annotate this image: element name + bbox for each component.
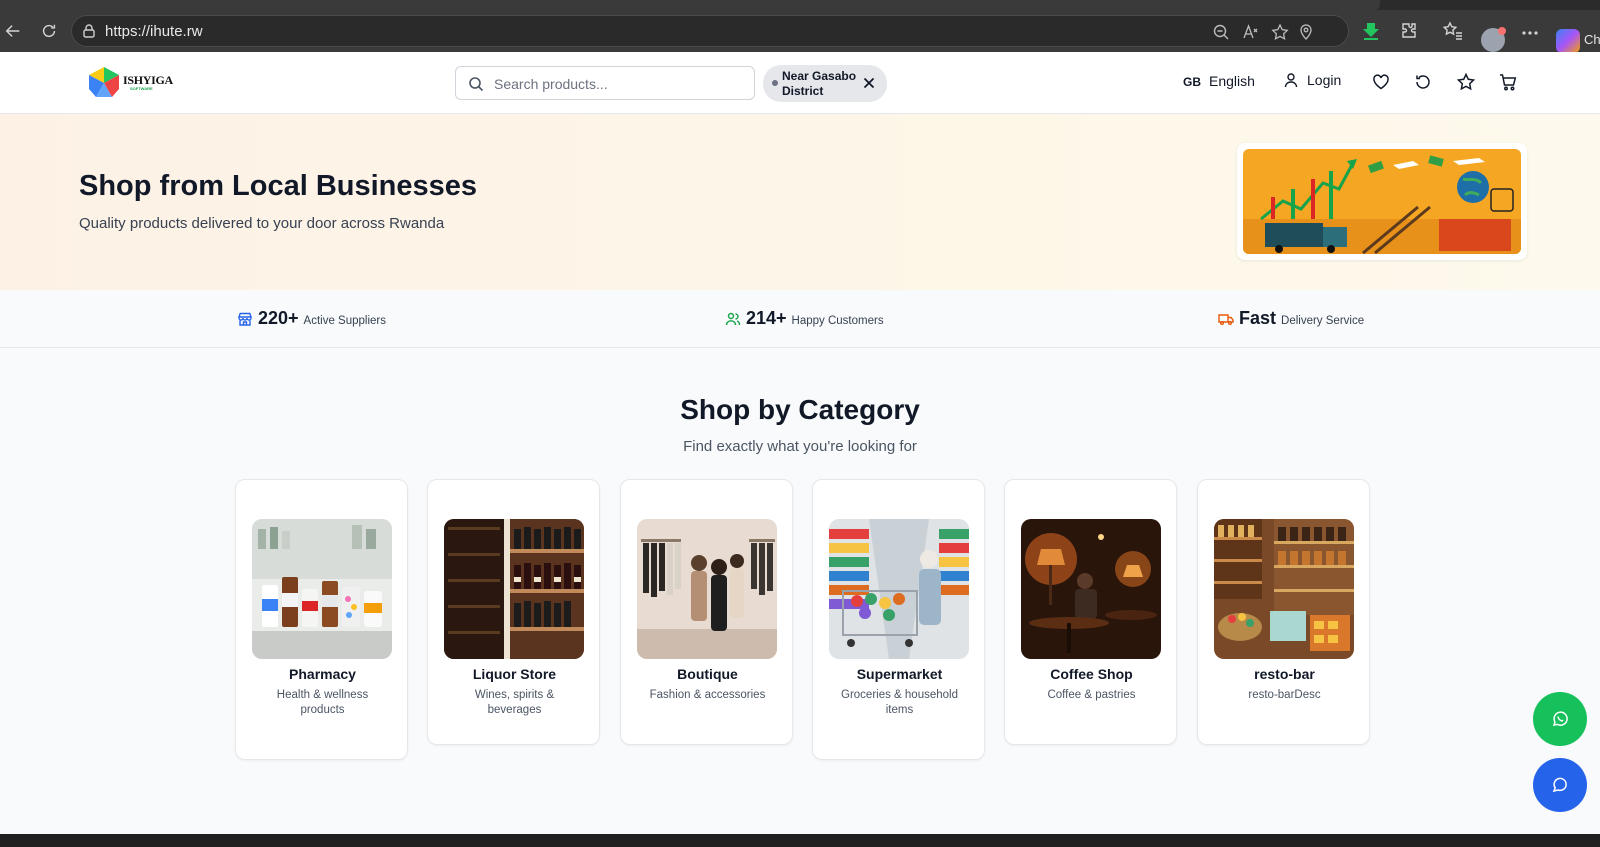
category-section-subtitle: Find exactly what you're looking for (683, 438, 917, 455)
address-bar[interactable]: https://ihute.rw (71, 15, 1349, 47)
search-box[interactable]: Search products... (455, 66, 755, 100)
location-line-1: Near Gasabo (782, 69, 857, 83)
stat-delivery: Fast Delivery Service (1218, 308, 1364, 329)
close-icon[interactable] (861, 75, 877, 91)
category-name: Liquor Store (472, 666, 557, 682)
stat-customers: 214+ Happy Customers (725, 308, 884, 329)
search-icon (469, 77, 484, 92)
location-pill[interactable]: Near Gasabo District (763, 65, 887, 102)
extensions-puzzle-icon[interactable] (1398, 20, 1420, 42)
location-label: Near Gasabo District (782, 69, 856, 99)
browser-tab-strip (0, 0, 1600, 10)
language-label: English (1209, 73, 1255, 89)
category-image-liquor-store (444, 519, 584, 659)
category-desc: resto-barDesc (1248, 689, 1321, 701)
hero-subtitle: Quality products delivered to your door … (79, 215, 445, 232)
hero-title: Shop from Local Businesses (79, 170, 478, 202)
copilot-icon[interactable] (1556, 29, 1580, 53)
location-dot-icon (772, 80, 778, 86)
category-card-boutique[interactable]: Boutique Fashion & accessories (620, 479, 793, 745)
chat-bubble-icon (1552, 777, 1567, 793)
category-image-coffee-shop (1021, 519, 1161, 659)
os-taskbar (0, 834, 1600, 847)
more-menu-icon[interactable] (1519, 22, 1541, 44)
category-desc: Health & wellness products (276, 689, 369, 716)
category-card-supermarket[interactable]: Supermarket Groceries & household items (812, 479, 985, 760)
category-card-pharmacy[interactable]: Pharmacy Health & wellness products (235, 479, 408, 760)
truck-icon (1218, 313, 1234, 325)
read-aloud-icon[interactable] (1242, 23, 1260, 41)
favorite-star-icon[interactable] (1271, 23, 1289, 41)
location-pin-icon[interactable] (1297, 23, 1315, 41)
stat-delivery-label: Delivery Service (1281, 315, 1365, 327)
language-selector[interactable]: GB English (1183, 73, 1255, 89)
stat-delivery-value: Fast (1239, 308, 1277, 328)
category-desc: Wines, spirits & beverages (474, 689, 555, 716)
cart-icon[interactable] (1498, 72, 1518, 92)
stats-bar: 220+ Active Suppliers 214+ Happy Custome… (0, 290, 1600, 348)
login-label: Login (1307, 72, 1342, 88)
location-line-2: District (782, 84, 824, 98)
stat-suppliers-value: 220+ (258, 308, 299, 328)
url-text[interactable]: https://ihute.rw (105, 23, 203, 40)
category-name: resto-bar (1254, 666, 1315, 682)
site-logo[interactable]: ISHYIGA SOFTWARE (86, 65, 173, 99)
category-image-pharmacy (252, 519, 392, 659)
stat-customers-label: Happy Customers (791, 315, 884, 327)
login-button[interactable]: Login (1283, 72, 1341, 88)
category-desc: Coffee & pastries (1047, 689, 1136, 701)
category-image-resto-bar (1214, 519, 1354, 659)
whatsapp-icon (1552, 711, 1568, 726)
back-icon[interactable] (0, 18, 26, 44)
category-name: Boutique (677, 666, 738, 682)
stat-customers-value: 214+ (746, 308, 787, 328)
category-name: Coffee Shop (1050, 666, 1133, 682)
trading-illustration (1243, 149, 1521, 254)
category-image-boutique (637, 519, 777, 659)
whatsapp-button[interactable] (1533, 692, 1587, 746)
stat-suppliers: 220+ Active Suppliers (237, 308, 386, 329)
site-header: ISHYIGA SOFTWARE Search products... Near… (0, 52, 1600, 114)
star-icon[interactable] (1456, 72, 1476, 92)
category-section-title: Shop by Category (680, 394, 920, 425)
category-name: Pharmacy (289, 666, 356, 682)
user-icon (1284, 73, 1298, 88)
hero-image (1237, 143, 1527, 260)
profile-name-fragment: Ch (1584, 32, 1600, 47)
search-input[interactable]: Search products... (494, 76, 608, 92)
category-card-coffee-shop[interactable]: Coffee Shop Coffee & pastries (1004, 479, 1177, 745)
hero-banner: Shop from Local Businesses Quality produ… (0, 114, 1600, 290)
stat-suppliers-label: Active Suppliers (303, 315, 387, 327)
history-icon[interactable] (1413, 72, 1433, 92)
favorites-list-icon[interactable] (1442, 20, 1464, 42)
logo-mark-icon (89, 67, 119, 97)
browser-toolbar: https://ihute.rw Ch (0, 10, 1600, 53)
lock-icon[interactable] (81, 23, 97, 39)
logo-subtext: SOFTWARE (130, 86, 153, 91)
wishlist-heart-icon[interactable] (1371, 72, 1391, 92)
category-card-resto-bar[interactable]: resto-bar resto-barDesc (1197, 479, 1370, 745)
category-desc: Groceries & household items (841, 689, 958, 716)
store-icon (238, 312, 252, 326)
refresh-icon[interactable] (36, 18, 62, 44)
category-image-supermarket (829, 519, 969, 659)
category-desc: Fashion & accessories (649, 689, 766, 701)
zoom-out-icon[interactable] (1212, 23, 1230, 41)
category-card-liquor-store[interactable]: Liquor Store Wines, spirits & beverages (427, 479, 600, 745)
flag-gb-icon: GB (1183, 75, 1201, 89)
profile-notification-dot (1498, 27, 1506, 35)
chat-button[interactable] (1533, 758, 1587, 812)
users-icon (725, 312, 741, 325)
download-extension-icon[interactable] (1360, 20, 1382, 42)
category-name: Supermarket (856, 666, 943, 682)
active-tab[interactable] (0, 0, 1380, 10)
web-page: ISHYIGA SOFTWARE Search products... Near… (0, 52, 1600, 834)
